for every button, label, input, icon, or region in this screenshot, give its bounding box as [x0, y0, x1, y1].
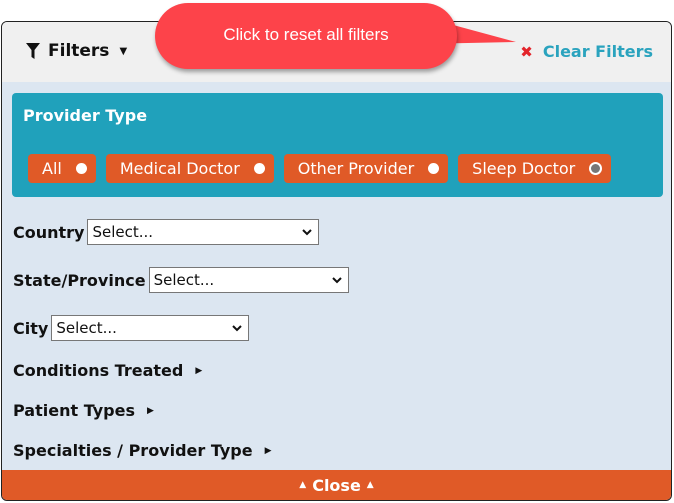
caret-up-icon: ▲ [299, 480, 307, 490]
patient-types-toggle[interactable]: Patient Types ▶ [13, 401, 154, 420]
filters-toggle-button[interactable]: Filters ▼ [26, 41, 127, 61]
chevron-down-icon [331, 276, 342, 283]
radio-selected-icon [428, 163, 440, 174]
close-label: Close [312, 475, 361, 495]
country-label: Country [13, 222, 85, 242]
state-province-label: State/Province [13, 270, 146, 290]
callout-text: Click to reset all filters [223, 25, 389, 44]
specialties-provider-type-toggle[interactable]: Specialties / Provider Type ▶ [13, 441, 272, 460]
select-value: Select... [56, 319, 117, 337]
city-field: City Select... [13, 315, 250, 341]
filters-panel: Filters ▼ ✖ Clear Filters Provider Type … [1, 21, 672, 501]
provider-option-other-provider[interactable]: Other Provider [283, 154, 449, 183]
collapse-label: Conditions Treated [13, 361, 184, 380]
country-field: Country Select... [13, 219, 320, 245]
chevron-down-icon [232, 324, 243, 331]
city-label: City [13, 318, 49, 338]
provider-option-sleep-doctor[interactable]: Sleep Doctor [458, 154, 612, 183]
caret-right-icon: ▶ [264, 445, 272, 456]
radio-selected-icon [75, 163, 87, 174]
provider-option-all[interactable]: All [28, 154, 96, 183]
country-select[interactable]: Select... [87, 219, 320, 245]
radio-unselected-icon [589, 162, 603, 175]
funnel-icon [26, 43, 40, 59]
chevron-down-icon [302, 228, 313, 235]
clear-filters-label: Clear Filters [542, 42, 653, 61]
clear-filters-button[interactable]: ✖ Clear Filters [520, 42, 653, 61]
radio-selected-icon [253, 163, 265, 174]
provider-type-section: Provider Type All Medical Doctor Other P… [12, 93, 663, 197]
collapse-label: Specialties / Provider Type [13, 441, 253, 460]
reset-filters-callout: Click to reset all filters [155, 3, 457, 69]
state-province-select[interactable]: Select... [148, 267, 349, 293]
conditions-treated-toggle[interactable]: Conditions Treated ▶ [13, 361, 202, 380]
caret-down-icon: ▼ [119, 45, 128, 57]
close-x-icon: ✖ [520, 42, 533, 61]
provider-type-title: Provider Type [23, 106, 148, 125]
select-value: Select... [153, 271, 215, 289]
option-label: Medical Doctor [119, 159, 240, 178]
city-select[interactable]: Select... [51, 315, 250, 341]
filters-label: Filters [48, 41, 110, 61]
select-value: Select... [92, 223, 154, 241]
caret-up-icon: ▲ [366, 480, 374, 490]
caret-right-icon: ▶ [195, 365, 203, 376]
provider-type-options: All Medical Doctor Other Provider Sleep … [28, 154, 612, 183]
state-province-field: State/Province Select... [13, 267, 349, 293]
provider-option-medical-doctor[interactable]: Medical Doctor [105, 154, 274, 183]
collapse-label: Patient Types [13, 401, 135, 420]
caret-right-icon: ▶ [146, 405, 154, 416]
option-label: Other Provider [297, 159, 415, 178]
option-label: All [42, 159, 62, 178]
close-filters-button[interactable]: ▲ Close ▲ [2, 470, 671, 500]
option-label: Sleep Doctor [472, 159, 576, 178]
